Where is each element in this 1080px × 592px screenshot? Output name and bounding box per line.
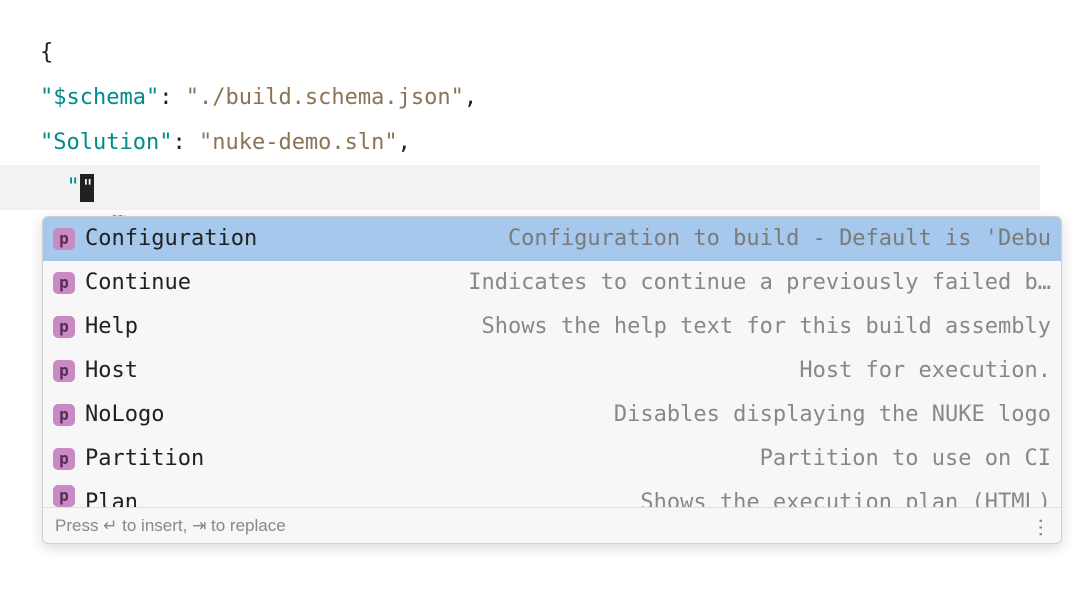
item-description: Shows the execution plan (HTML) — [610, 485, 1051, 507]
item-label: NoLogo — [85, 397, 164, 432]
item-label: Host — [85, 353, 138, 388]
autocomplete-item-host[interactable]: p Host Host for execution. — [43, 349, 1061, 393]
property-icon: p — [53, 485, 75, 507]
property-icon: p — [53, 404, 75, 426]
autocomplete-item-continue[interactable]: p Continue Indicates to continue a previ… — [43, 261, 1061, 305]
autocomplete-item-partition[interactable]: p Partition Partition to use on CI — [43, 437, 1061, 481]
property-icon: p — [53, 228, 75, 250]
item-label: Configuration — [85, 221, 257, 256]
item-description: Configuration to build - Default is 'Deb… — [478, 221, 1051, 256]
item-description: Disables displaying the NUKE logo — [584, 397, 1051, 432]
property-icon: p — [53, 360, 75, 382]
json-key: $schema — [53, 80, 146, 115]
code-editor[interactable]: { "$schema": "./build.schema.json", "Sol… — [0, 30, 1080, 210]
property-icon: p — [53, 272, 75, 294]
autocomplete-item-plan[interactable]: p Plan Shows the execution plan (HTML) — [43, 481, 1061, 507]
item-description: Indicates to continue a previously faile… — [438, 265, 1051, 300]
item-label: Help — [85, 309, 138, 344]
item-label: Continue — [85, 265, 191, 300]
json-value: ./build.schema.json — [199, 80, 451, 115]
current-line[interactable]: " — [0, 165, 1040, 210]
item-label: Plan — [85, 485, 138, 507]
popup-footer: Press ↵ to insert, ⇥ to replace ⋯ — [43, 507, 1061, 543]
more-icon[interactable]: ⋯ — [1025, 517, 1057, 534]
code-line: { — [40, 30, 1080, 75]
item-description: Shows the help text for this build assem… — [451, 309, 1051, 344]
footer-hint: Press ↵ to insert, ⇥ to replace — [55, 512, 286, 539]
code-line: "$schema": "./build.schema.json", — [40, 75, 1080, 120]
item-label: Partition — [85, 441, 204, 476]
json-value: nuke-demo.sln — [212, 125, 384, 160]
autocomplete-popup[interactable]: p Configuration Configuration to build -… — [42, 216, 1062, 544]
text-cursor — [80, 174, 94, 202]
property-icon: p — [53, 448, 75, 470]
item-description: Partition to use on CI — [730, 441, 1051, 476]
autocomplete-item-configuration[interactable]: p Configuration Configuration to build -… — [43, 217, 1061, 261]
brace-open: { — [40, 35, 53, 70]
item-description: Host for execution. — [769, 353, 1051, 388]
code-line: "Solution": "nuke-demo.sln", — [40, 120, 1080, 165]
json-key: Solution — [53, 125, 159, 160]
autocomplete-item-help[interactable]: p Help Shows the help text for this buil… — [43, 305, 1061, 349]
property-icon: p — [53, 316, 75, 338]
autocomplete-item-nologo[interactable]: p NoLogo Disables displaying the NUKE lo… — [43, 393, 1061, 437]
